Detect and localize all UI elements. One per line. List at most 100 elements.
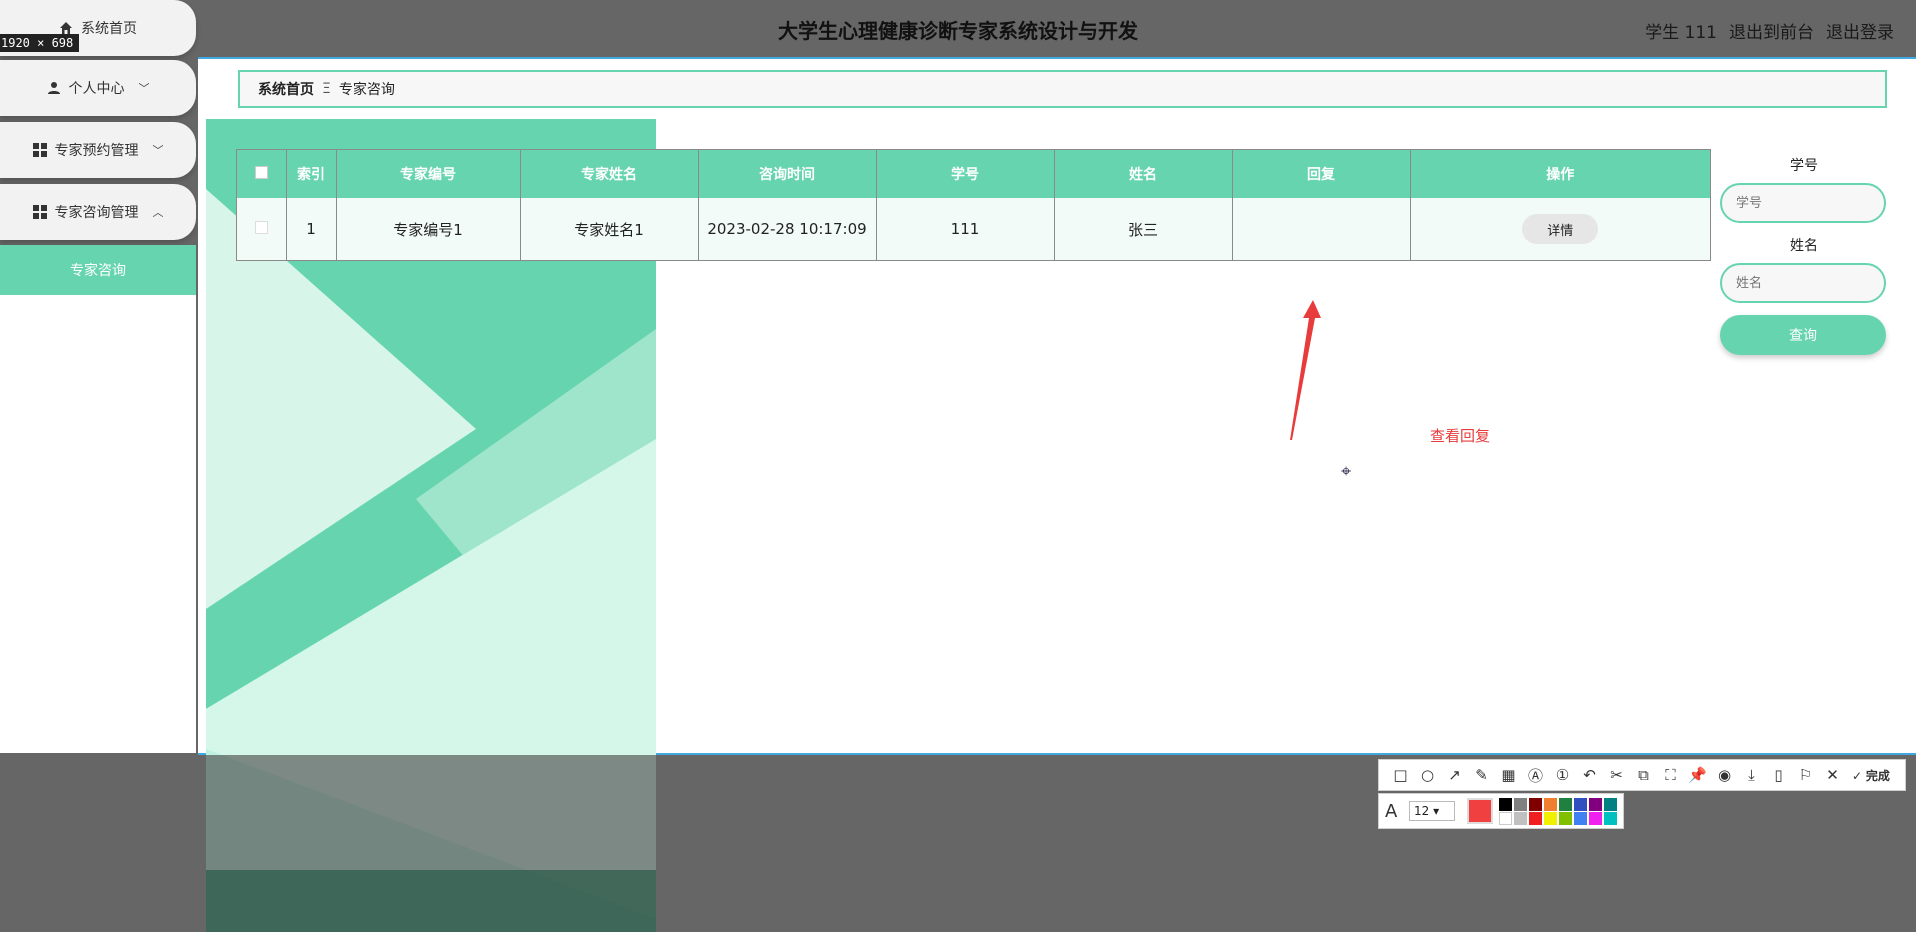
- header-user-area: 学生 111 退出到前台 退出登录: [1645, 18, 1894, 43]
- row-select-cell: [237, 198, 287, 260]
- sidebar: 系统首页 个人中心 ﹀ 专家预约管理 ﹀ 专家咨询管理 ︿ 专家咨询 1920 …: [0, 0, 196, 932]
- palette-swatch[interactable]: [1589, 797, 1602, 811]
- cell-reply: [1232, 198, 1411, 260]
- sidebar-subitem-consultation[interactable]: 专家咨询: [0, 245, 196, 295]
- select-all-checkbox[interactable]: [254, 165, 268, 179]
- palette-swatch[interactable]: [1574, 811, 1587, 825]
- app-title: 大学生心理健康诊断专家系统设计与开发: [778, 19, 1138, 43]
- scan-icon[interactable]: ⛶: [1657, 766, 1684, 784]
- chevron-down-icon: ﹀: [152, 144, 164, 157]
- undo-icon[interactable]: ↶: [1576, 766, 1603, 784]
- column-header: 学号: [876, 150, 1055, 198]
- palette-swatch[interactable]: [1529, 797, 1542, 811]
- cell-action: 详情: [1410, 198, 1710, 260]
- palette-swatch[interactable]: [1574, 797, 1587, 811]
- cell-student-no: 111: [876, 198, 1055, 260]
- palette-swatch[interactable]: [1529, 811, 1542, 825]
- column-header: 姓名: [1054, 150, 1233, 198]
- cell-expert-name: 专家姓名1: [520, 198, 699, 260]
- breadcrumb-current: 专家咨询: [338, 82, 395, 98]
- current-user: 学生 111: [1645, 23, 1717, 43]
- close-icon[interactable]: ✕: [1819, 766, 1846, 784]
- selection-border-top: [198, 57, 1916, 59]
- student-no-input[interactable]: [1720, 183, 1886, 223]
- to-front-link[interactable]: 退出到前台: [1729, 18, 1814, 43]
- number-tool-icon[interactable]: ①: [1549, 766, 1576, 784]
- palette-swatch[interactable]: [1589, 811, 1602, 825]
- scissors-icon[interactable]: ✂: [1603, 766, 1630, 784]
- overlay-dark-band: [206, 870, 656, 932]
- style-toolbar: A 12 ▾: [1378, 793, 1624, 829]
- font-size-select[interactable]: 12 ▾: [1409, 801, 1455, 821]
- row-checkbox[interactable]: [254, 221, 268, 234]
- sidebar-item-label: 系统首页: [81, 21, 137, 37]
- name-label: 姓名: [1790, 238, 1818, 254]
- sidebar-item-consultations[interactable]: 专家咨询管理 ︿: [0, 184, 196, 240]
- search-panel: 学号 姓名 查询: [1720, 155, 1888, 355]
- text-tool-icon[interactable]: Ⓐ: [1522, 765, 1549, 786]
- column-header: 专家编号: [336, 150, 521, 198]
- palette-swatch[interactable]: [1514, 797, 1527, 811]
- sidebar-panel: [0, 245, 196, 753]
- grid-icon: [32, 143, 47, 157]
- color-palette: [1499, 797, 1618, 825]
- chevron-down-icon: ﹀: [138, 82, 150, 95]
- palette-swatch[interactable]: [1604, 797, 1617, 811]
- student-no-label: 学号: [1790, 158, 1818, 174]
- user-icon: [47, 82, 60, 94]
- name-input[interactable]: [1720, 263, 1886, 303]
- rectangle-tool-icon[interactable]: □: [1387, 766, 1414, 784]
- sidebar-item-appointments[interactable]: 专家预约管理 ﹀: [0, 122, 196, 178]
- home-icon: [60, 22, 72, 34]
- mosaic-tool-icon[interactable]: ▦: [1495, 766, 1522, 784]
- font-icon: A: [1385, 800, 1398, 822]
- current-color-swatch[interactable]: [1467, 798, 1493, 824]
- chevron-up-icon: ︿: [152, 206, 164, 219]
- capture-toolbar: □ ○ ↗ ✎ ▦ Ⓐ ① ↶ ✂ ⧉ ⛶ 📌 ◉ ⤓ ▯ ⚐ ✕ ✓ 完成: [1378, 759, 1906, 791]
- column-header: 回复: [1232, 150, 1411, 198]
- bookmark-icon[interactable]: ⚐: [1792, 766, 1819, 784]
- cell-expert-no: 专家编号1: [336, 198, 521, 260]
- breadcrumb-home[interactable]: 系统首页: [258, 79, 314, 99]
- cell-index: 1: [286, 198, 337, 260]
- cell-name: 张三: [1054, 198, 1233, 260]
- palette-swatch[interactable]: [1499, 797, 1512, 811]
- sidebar-item-profile[interactable]: 个人中心 ﹀: [0, 60, 196, 116]
- column-header: 操作: [1410, 150, 1710, 198]
- logout-link[interactable]: 退出登录: [1826, 18, 1894, 43]
- device-icon[interactable]: ▯: [1765, 766, 1792, 784]
- arrow-tool-icon[interactable]: ↗: [1441, 766, 1468, 784]
- search-button[interactable]: 查询: [1720, 315, 1886, 355]
- grid-icon: [32, 205, 47, 219]
- download-icon[interactable]: ⤓: [1738, 766, 1765, 784]
- annotation-arrow-icon: [1290, 300, 1321, 440]
- palette-swatch[interactable]: [1499, 811, 1512, 825]
- record-icon[interactable]: ◉: [1711, 766, 1738, 784]
- consultation-table: 索引 专家编号 专家姓名 咨询时间 学号 姓名 回复 操作 1 专家编号1 专家…: [236, 149, 1711, 261]
- top-bar: 大学生心理健康诊断专家系统设计与开发 学生 111 退出到前台 退出登录: [0, 0, 1916, 57]
- breadcrumb: 系统首页 Ξ 专家咨询: [238, 70, 1887, 108]
- breadcrumb-separator: Ξ: [322, 81, 331, 97]
- done-button[interactable]: ✓ 完成: [1846, 767, 1896, 784]
- sidebar-item-label: 专家预约管理: [54, 143, 139, 159]
- table-header-row: 索引 专家编号 专家姓名 咨询时间 学号 姓名 回复 操作: [237, 150, 1710, 198]
- sidebar-item-label: 个人中心: [68, 81, 125, 97]
- column-header: 专家姓名: [520, 150, 699, 198]
- ocr-icon[interactable]: ⧉: [1630, 766, 1657, 784]
- palette-swatch[interactable]: [1544, 811, 1557, 825]
- select-all-cell: [237, 150, 287, 198]
- palette-swatch[interactable]: [1559, 797, 1572, 811]
- detail-button[interactable]: 详情: [1522, 214, 1599, 244]
- palette-swatch[interactable]: [1514, 811, 1527, 825]
- crosshair-icon: ⌖: [1341, 461, 1352, 482]
- pen-tool-icon[interactable]: ✎: [1468, 766, 1495, 784]
- palette-swatch[interactable]: [1559, 811, 1572, 825]
- column-header: 索引: [286, 150, 337, 198]
- palette-swatch[interactable]: [1604, 811, 1617, 825]
- palette-swatch[interactable]: [1544, 797, 1557, 811]
- annotation-text: 查看回复: [1430, 427, 1491, 445]
- ellipse-tool-icon[interactable]: ○: [1414, 766, 1441, 784]
- sidebar-item-label: 专家咨询管理: [54, 205, 139, 221]
- dimension-chip: 1920 × 698: [0, 34, 80, 52]
- pin-icon[interactable]: 📌: [1684, 766, 1711, 784]
